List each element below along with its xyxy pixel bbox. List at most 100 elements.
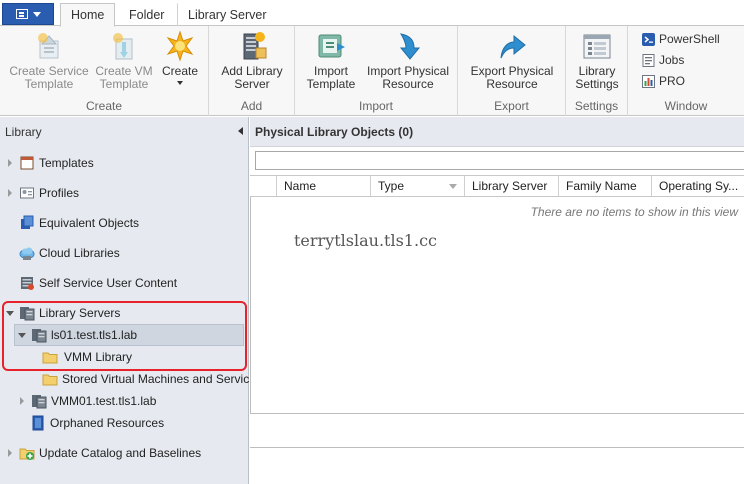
jobs-icon [642, 53, 655, 67]
highlight-annotation-box [2, 301, 247, 371]
watermark-text: terrytlslau.tls1.cc [294, 231, 437, 250]
nav-item-label: Equivalent Objects [39, 216, 140, 230]
ribbon-group-import: Import Template Import Physical Resource… [295, 26, 458, 116]
cloud-icon [19, 245, 35, 261]
expand-arrow-icon[interactable] [8, 189, 12, 197]
powershell-button[interactable]: PowerShell [642, 30, 720, 48]
export-physical-resource-label: Export Physical Resource [470, 64, 554, 91]
ribbon-group-export: Export Physical Resource Export [458, 26, 566, 116]
import-arrow-icon [392, 30, 424, 62]
create-vm-template-button[interactable]: Create VM Template [93, 30, 155, 91]
nav-item-profiles[interactable]: Profiles [8, 183, 79, 203]
nav-item-equivalent-objects[interactable]: Equivalent Objects [8, 213, 139, 233]
list-bottom-border [250, 413, 744, 414]
group-label-import: Import [358, 99, 393, 113]
jobs-button[interactable]: Jobs [642, 51, 684, 69]
nav-item-vmm01-server[interactable]: VMM01.test.tls1.lab [20, 391, 156, 411]
nav-item-label: Profiles [39, 186, 80, 200]
content-pane: Physical Library Objects (0) Name Type L… [250, 117, 744, 484]
add-library-server-label: Add Library Server [221, 64, 283, 91]
jobs-label: Jobs [659, 53, 685, 67]
library-settings-button[interactable]: Library Settings [570, 30, 624, 91]
nav-item-label: Update Catalog and Baselines [39, 446, 202, 460]
sunburst-icon [164, 30, 196, 62]
nav-item-label: Orphaned Resources [50, 416, 165, 430]
group-label-export: Export [494, 99, 529, 113]
expand-arrow-icon[interactable] [20, 397, 24, 405]
nav-item-templates[interactable]: Templates [8, 153, 94, 173]
search-input[interactable] [255, 151, 744, 170]
nav-item-self-service-user-content[interactable]: Self Service User Content [8, 273, 177, 293]
nav-item-label: Stored Virtual Machines and Servic [62, 372, 250, 386]
tab-home[interactable]: Home [60, 3, 116, 27]
create-button[interactable]: Create [158, 30, 202, 85]
settings-list-icon [581, 30, 613, 62]
nav-item-label: Templates [39, 156, 94, 170]
create-service-template-label: Create Service Template [9, 64, 89, 91]
tab-folder[interactable]: Folder [118, 3, 175, 27]
server-icon [19, 275, 35, 291]
nav-item-label: Cloud Libraries [39, 246, 120, 260]
library-server-icon [236, 30, 268, 62]
folder-icon [42, 371, 58, 387]
dropdown-arrow-icon [177, 81, 183, 85]
collapse-pane-icon[interactable] [238, 127, 243, 135]
ribbon: Create Service Template Create VM Templa… [0, 26, 744, 116]
nav-item-orphaned-resources[interactable]: Orphaned Resources [30, 413, 164, 433]
group-label-create: Create [85, 99, 123, 113]
templates-icon [19, 155, 35, 171]
application-menu-button[interactable] [2, 3, 54, 25]
ribbon-group-settings: Library Settings Settings [566, 26, 628, 116]
column-header-family-name[interactable]: Family Name [559, 176, 652, 196]
expand-arrow-icon[interactable] [8, 159, 12, 167]
menu-icon [15, 9, 28, 19]
create-vm-template-label: Create VM Template [95, 64, 153, 91]
chevron-down-icon [32, 11, 41, 17]
import-physical-resource-label: Import Physical Resource [366, 64, 450, 91]
grid-header: Name Type Library Server Family Name Ope… [250, 175, 744, 197]
column-header-icon[interactable] [250, 176, 277, 196]
powershell-label: PowerShell [659, 32, 720, 46]
vmm-console-window: Home Folder Library Server Create Servic… [0, 0, 744, 484]
column-header-type[interactable]: Type [371, 176, 465, 196]
import-template-label: Import Template [306, 64, 356, 91]
group-label-window: Window [664, 99, 708, 113]
ribbon-group-create: Create Service Template Create VM Templa… [0, 26, 209, 116]
column-header-library-server[interactable]: Library Server [465, 176, 559, 196]
column-header-name[interactable]: Name [277, 176, 371, 196]
nav-item-label: VMM01.test.tls1.lab [51, 394, 157, 408]
nav-item-update-catalog[interactable]: Update Catalog and Baselines [8, 443, 201, 463]
nav-item-cloud-libraries[interactable]: Cloud Libraries [8, 243, 120, 263]
grid-left-border [250, 175, 251, 414]
equivalent-objects-icon [19, 215, 35, 231]
import-template-icon [315, 30, 347, 62]
expand-arrow-icon[interactable] [8, 449, 12, 457]
import-template-button[interactable]: Import Template [301, 30, 361, 91]
column-header-operating-system[interactable]: Operating Sy... [652, 176, 744, 196]
create-service-template-button[interactable]: Create Service Template [8, 30, 90, 91]
tab-library-server[interactable]: Library Server [177, 3, 278, 27]
create-label: Create [161, 64, 199, 78]
nav-header: Library [0, 117, 249, 147]
profiles-icon [19, 185, 35, 201]
export-arrow-icon [496, 30, 528, 62]
vm-template-icon [108, 30, 140, 62]
ribbon-group-add: Add Library Server Add [209, 26, 295, 116]
filter-dropdown-icon[interactable] [449, 184, 457, 189]
pro-label: PRO [659, 74, 686, 88]
library-navigation-pane: Library Templates Profiles Equivalent Ob… [0, 117, 249, 484]
import-physical-resource-button[interactable]: Import Physical Resource [363, 30, 453, 91]
nav-item-label: Self Service User Content [39, 276, 178, 290]
pro-icon [642, 74, 655, 88]
powershell-icon [642, 32, 655, 46]
update-catalog-icon [19, 445, 35, 461]
pro-button[interactable]: PRO [642, 72, 685, 90]
column-header-type-label: Type [378, 179, 405, 193]
group-label-settings: Settings [574, 99, 619, 113]
orphaned-resources-icon [30, 415, 46, 431]
content-title: Physical Library Objects (0) [250, 117, 744, 147]
add-library-server-button[interactable]: Add Library Server [215, 30, 289, 91]
group-label-add: Add [240, 99, 263, 113]
nav-item-stored-virtual-machines[interactable]: Stored Virtual Machines and Servic [42, 369, 249, 389]
export-physical-resource-button[interactable]: Export Physical Resource [466, 30, 558, 91]
